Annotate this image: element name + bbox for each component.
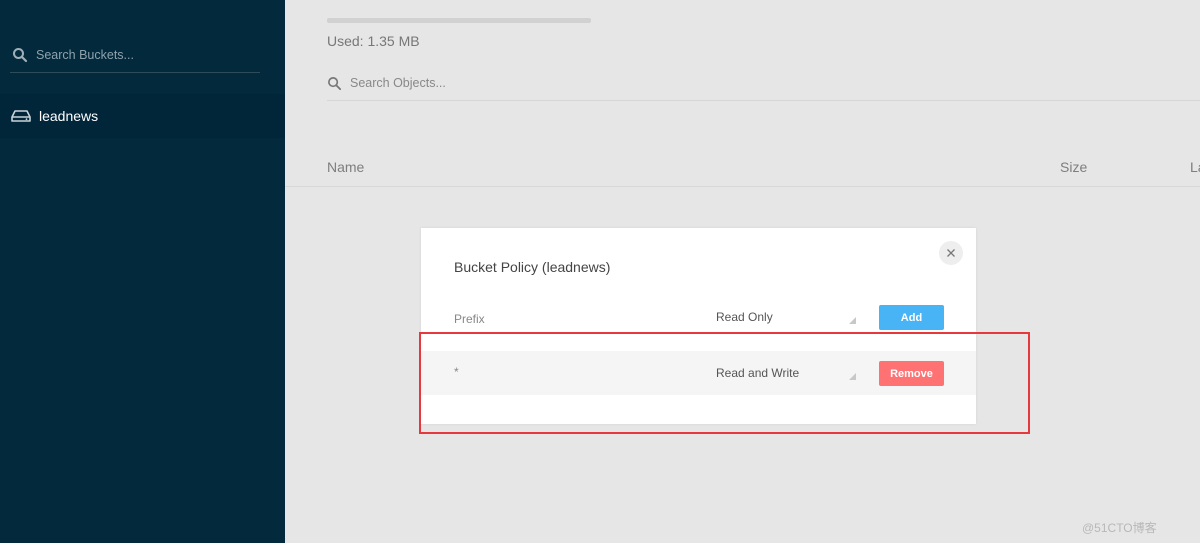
column-name[interactable]: Name (327, 159, 364, 175)
close-button[interactable] (939, 241, 963, 265)
search-icon (13, 48, 28, 63)
sidebar-item-leadnews[interactable]: leadnews (0, 94, 285, 138)
policy-access-value: Read and Write (716, 366, 800, 380)
select-arrow-icon (849, 373, 856, 380)
drive-icon (11, 110, 31, 122)
usage-bar (327, 18, 591, 23)
add-button[interactable]: Add (879, 305, 944, 330)
modal-title: Bucket Policy (leadnews) (454, 259, 611, 275)
column-size[interactable]: Size (1060, 159, 1087, 175)
access-select-value: Read Only (716, 310, 773, 324)
bucket-search-input[interactable] (36, 48, 246, 62)
remove-button[interactable]: Remove (879, 361, 944, 386)
select-arrow-icon (849, 317, 856, 324)
policy-row: * Read and Write Remove (421, 351, 976, 395)
search-icon (328, 76, 342, 90)
policy-access-select[interactable]: Read and Write (716, 366, 858, 386)
sidebar: leadnews (0, 0, 285, 543)
bucket-policy-modal: Bucket Policy (leadnews) Read Only Add *… (421, 228, 976, 424)
used-storage-text: Used: 1.35 MB (327, 33, 420, 49)
objects-table-header: Name Size La (285, 146, 1200, 187)
new-policy-row: Read Only Add (421, 301, 976, 339)
object-search-input[interactable] (350, 76, 750, 90)
access-select[interactable]: Read Only (716, 310, 858, 330)
policy-prefix: * (454, 365, 459, 379)
object-search (327, 66, 1200, 101)
close-icon (947, 249, 955, 257)
prefix-input[interactable] (454, 312, 674, 326)
bucket-name: leadnews (39, 108, 99, 124)
column-last-modified[interactable]: La (1190, 159, 1200, 175)
bucket-search (10, 38, 260, 73)
watermark: @51CTO博客 (1082, 521, 1157, 535)
